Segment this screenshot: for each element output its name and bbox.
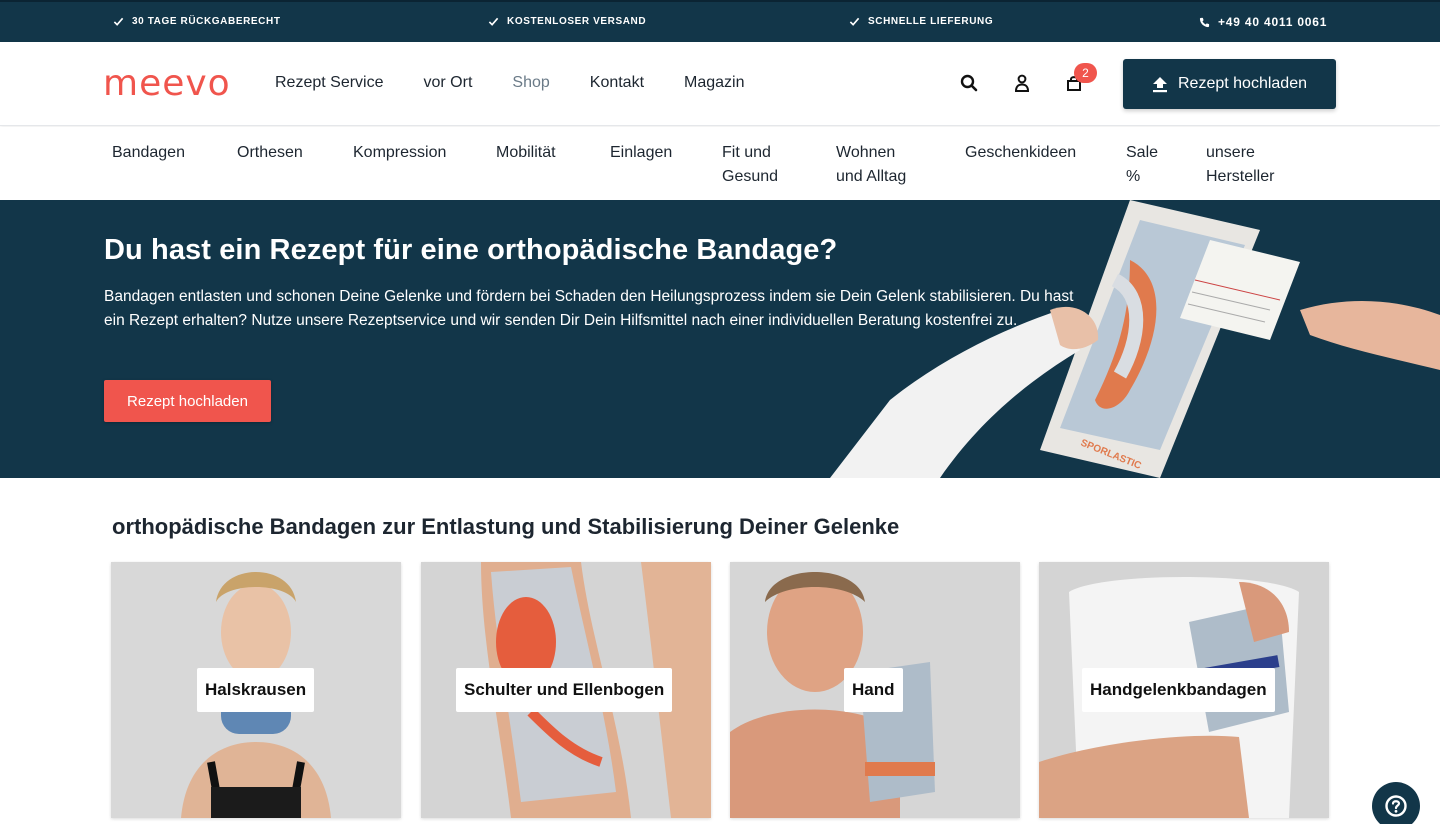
category-geschenkideen[interactable]: Geschenkideen xyxy=(965,141,1076,165)
returns-text: 30 TAGE RÜCKGABERECHT xyxy=(132,16,281,27)
category-mobilitaet[interactable]: Mobilität xyxy=(496,141,556,165)
upload-button-label: Rezept hochladen xyxy=(1178,75,1307,92)
category-card-handgelenkbandagen[interactable]: Handgelenkbandagen xyxy=(1039,562,1329,818)
phone-number[interactable]: +49 40 4011 0061 xyxy=(1218,15,1327,29)
shipping-info: KOSTENLOSER VERSAND xyxy=(488,16,646,27)
account-icon[interactable] xyxy=(1011,72,1033,94)
category-wohnen-und-alltag[interactable]: Wohnen und Alltag xyxy=(836,141,906,189)
nav-magazin[interactable]: Magazin xyxy=(684,74,744,92)
category-label-line1: Fit und xyxy=(722,144,771,161)
category-hersteller[interactable]: unsere Hersteller xyxy=(1206,141,1274,189)
returns-info: 30 TAGE RÜCKGABERECHT xyxy=(113,16,281,27)
upload-prescription-button[interactable]: Rezept hochladen xyxy=(1123,59,1336,109)
card-label: Hand xyxy=(844,668,903,712)
help-icon xyxy=(1385,795,1407,817)
section-title: orthopädische Bandagen zur Entlastung un… xyxy=(112,514,900,539)
category-label-line2: und Alltag xyxy=(836,168,907,185)
cart-count-badge: 2 xyxy=(1074,63,1097,83)
logo[interactable]: meevo xyxy=(103,66,231,102)
category-bandagen[interactable]: Bandagen xyxy=(112,141,185,165)
category-label-line2: % xyxy=(1126,168,1141,185)
category-kompression[interactable]: Kompression xyxy=(353,141,446,165)
nav-vor-ort[interactable]: vor Ort xyxy=(424,74,473,92)
category-label-line1: Sale xyxy=(1126,144,1159,161)
main-nav: Rezept Service vor Ort Shop Kontakt Maga… xyxy=(275,74,785,92)
hero-image: SPORLASTIC xyxy=(830,200,1440,478)
help-button[interactable] xyxy=(1372,782,1420,824)
check-icon xyxy=(488,17,499,26)
check-icon xyxy=(113,17,124,26)
phone-link[interactable]: +49 40 4011 0061 xyxy=(1199,15,1327,29)
category-label-line2: Hersteller xyxy=(1206,168,1275,185)
card-label: Schulter und Ellenbogen xyxy=(456,668,673,712)
hero-banner: SPORLASTIC Du hast ein Rezept für eine o… xyxy=(0,200,1440,478)
category-fit-und-gesund[interactable]: Fit und Gesund xyxy=(722,141,778,189)
category-sale[interactable]: Sale % xyxy=(1126,141,1158,189)
card-label: Handgelenkbandagen xyxy=(1082,668,1275,712)
card-label: Halskrausen xyxy=(197,668,315,712)
hero-title: Du hast ein Rezept für eine orthopädisch… xyxy=(104,234,838,266)
category-card-hand[interactable]: Hand xyxy=(730,562,1020,818)
hero-text: Bandagen entlasten und schonen Deine Gel… xyxy=(104,288,1074,329)
nav-rezept-service[interactable]: Rezept Service xyxy=(275,74,384,92)
category-card-schulter-ellenbogen[interactable]: Schulter und Ellenbogen xyxy=(421,562,711,818)
category-label-line1: unsere xyxy=(1206,144,1255,161)
phone-icon xyxy=(1199,17,1210,27)
site-header: meevo Rezept Service vor Ort Shop Kontak… xyxy=(0,42,1440,126)
category-card-halskrausen[interactable]: Halskrausen xyxy=(111,562,401,818)
nav-kontakt[interactable]: Kontakt xyxy=(590,74,644,92)
hero-upload-button[interactable]: Rezept hochladen xyxy=(104,380,271,422)
upload-icon xyxy=(1153,76,1167,92)
category-orthesen[interactable]: Orthesen xyxy=(237,141,303,165)
category-label-line2: Gesund xyxy=(722,168,779,185)
shipping-text: KOSTENLOSER VERSAND xyxy=(507,16,647,27)
top-info-bar: 30 TAGE RÜCKGABERECHT KOSTENLOSER VERSAN… xyxy=(0,0,1440,42)
search-icon[interactable] xyxy=(958,72,980,94)
category-einlagen[interactable]: Einlagen xyxy=(610,141,672,165)
check-icon xyxy=(849,17,860,26)
nav-shop[interactable]: Shop xyxy=(512,74,549,92)
category-nav: Bandagen Orthesen Kompression Mobilität … xyxy=(0,127,1440,200)
delivery-info: SCHNELLE LIEFERUNG xyxy=(849,16,993,27)
delivery-text: SCHNELLE LIEFERUNG xyxy=(868,16,994,27)
category-label-line1: Wohnen xyxy=(836,144,896,161)
